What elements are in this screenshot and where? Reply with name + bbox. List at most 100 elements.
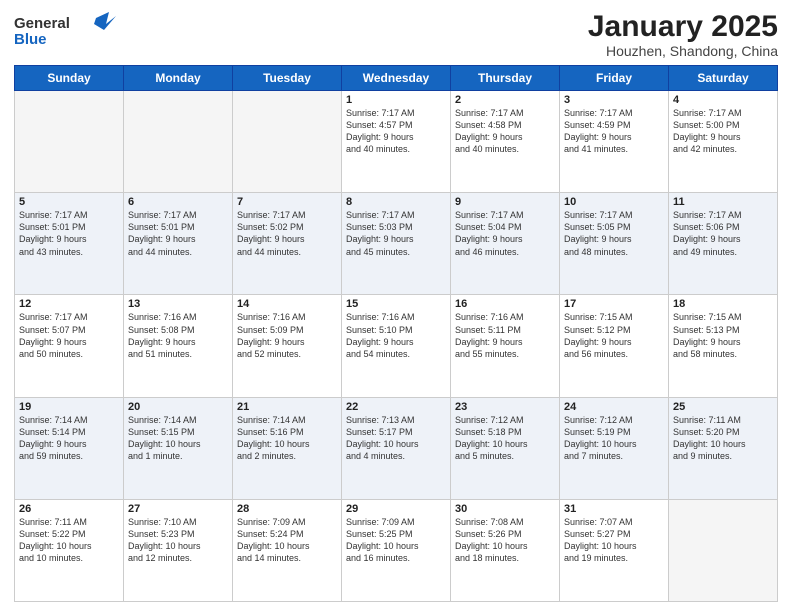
calendar-table: Sunday Monday Tuesday Wednesday Thursday…	[14, 65, 778, 602]
day-info: Sunrise: 7:17 AM Sunset: 5:03 PM Dayligh…	[346, 209, 446, 258]
day-info: Sunrise: 7:17 AM Sunset: 5:01 PM Dayligh…	[19, 209, 119, 258]
table-row: 29Sunrise: 7:09 AM Sunset: 5:25 PM Dayli…	[342, 499, 451, 601]
header: General Blue January 2025 Houzhen, Shand…	[14, 10, 778, 59]
logo-text: General Blue	[14, 10, 124, 52]
day-number: 1	[346, 94, 446, 106]
table-row: 16Sunrise: 7:16 AM Sunset: 5:11 PM Dayli…	[451, 295, 560, 397]
day-info: Sunrise: 7:17 AM Sunset: 4:58 PM Dayligh…	[455, 107, 555, 156]
title-block: January 2025 Houzhen, Shandong, China	[588, 10, 778, 59]
location: Houzhen, Shandong, China	[588, 43, 778, 59]
day-number: 8	[346, 196, 446, 208]
day-info: Sunrise: 7:17 AM Sunset: 5:02 PM Dayligh…	[237, 209, 337, 258]
day-number: 16	[455, 298, 555, 310]
day-info: Sunrise: 7:09 AM Sunset: 5:25 PM Dayligh…	[346, 516, 446, 565]
day-info: Sunrise: 7:07 AM Sunset: 5:27 PM Dayligh…	[564, 516, 664, 565]
day-info: Sunrise: 7:12 AM Sunset: 5:19 PM Dayligh…	[564, 414, 664, 463]
table-row: 2Sunrise: 7:17 AM Sunset: 4:58 PM Daylig…	[451, 91, 560, 193]
day-info: Sunrise: 7:17 AM Sunset: 4:57 PM Dayligh…	[346, 107, 446, 156]
day-info: Sunrise: 7:16 AM Sunset: 5:09 PM Dayligh…	[237, 311, 337, 360]
table-row	[233, 91, 342, 193]
day-info: Sunrise: 7:15 AM Sunset: 5:13 PM Dayligh…	[673, 311, 773, 360]
table-row: 26Sunrise: 7:11 AM Sunset: 5:22 PM Dayli…	[15, 499, 124, 601]
day-number: 17	[564, 298, 664, 310]
table-row: 8Sunrise: 7:17 AM Sunset: 5:03 PM Daylig…	[342, 193, 451, 295]
day-number: 21	[237, 401, 337, 413]
table-row	[15, 91, 124, 193]
day-info: Sunrise: 7:16 AM Sunset: 5:10 PM Dayligh…	[346, 311, 446, 360]
day-number: 26	[19, 503, 119, 515]
day-number: 19	[19, 401, 119, 413]
day-number: 24	[564, 401, 664, 413]
day-info: Sunrise: 7:17 AM Sunset: 5:01 PM Dayligh…	[128, 209, 228, 258]
day-number: 2	[455, 94, 555, 106]
calendar-week-row: 19Sunrise: 7:14 AM Sunset: 5:14 PM Dayli…	[15, 397, 778, 499]
calendar-page: General Blue January 2025 Houzhen, Shand…	[0, 0, 792, 612]
table-row: 28Sunrise: 7:09 AM Sunset: 5:24 PM Dayli…	[233, 499, 342, 601]
table-row: 25Sunrise: 7:11 AM Sunset: 5:20 PM Dayli…	[669, 397, 778, 499]
day-number: 18	[673, 298, 773, 310]
day-number: 31	[564, 503, 664, 515]
svg-text:General: General	[14, 15, 70, 32]
day-number: 12	[19, 298, 119, 310]
day-number: 10	[564, 196, 664, 208]
day-number: 3	[564, 94, 664, 106]
col-sunday: Sunday	[15, 66, 124, 91]
day-number: 25	[673, 401, 773, 413]
table-row: 12Sunrise: 7:17 AM Sunset: 5:07 PM Dayli…	[15, 295, 124, 397]
col-tuesday: Tuesday	[233, 66, 342, 91]
day-number: 23	[455, 401, 555, 413]
day-info: Sunrise: 7:17 AM Sunset: 4:59 PM Dayligh…	[564, 107, 664, 156]
table-row	[669, 499, 778, 601]
month-title: January 2025	[588, 10, 778, 43]
day-info: Sunrise: 7:10 AM Sunset: 5:23 PM Dayligh…	[128, 516, 228, 565]
table-row: 14Sunrise: 7:16 AM Sunset: 5:09 PM Dayli…	[233, 295, 342, 397]
day-number: 28	[237, 503, 337, 515]
day-number: 4	[673, 94, 773, 106]
svg-text:Blue: Blue	[14, 31, 47, 48]
table-row: 1Sunrise: 7:17 AM Sunset: 4:57 PM Daylig…	[342, 91, 451, 193]
table-row: 20Sunrise: 7:14 AM Sunset: 5:15 PM Dayli…	[124, 397, 233, 499]
day-info: Sunrise: 7:12 AM Sunset: 5:18 PM Dayligh…	[455, 414, 555, 463]
table-row: 7Sunrise: 7:17 AM Sunset: 5:02 PM Daylig…	[233, 193, 342, 295]
table-row: 5Sunrise: 7:17 AM Sunset: 5:01 PM Daylig…	[15, 193, 124, 295]
col-thursday: Thursday	[451, 66, 560, 91]
table-row: 4Sunrise: 7:17 AM Sunset: 5:00 PM Daylig…	[669, 91, 778, 193]
day-info: Sunrise: 7:13 AM Sunset: 5:17 PM Dayligh…	[346, 414, 446, 463]
day-info: Sunrise: 7:17 AM Sunset: 5:06 PM Dayligh…	[673, 209, 773, 258]
calendar-header-row: Sunday Monday Tuesday Wednesday Thursday…	[15, 66, 778, 91]
day-number: 30	[455, 503, 555, 515]
logo: General Blue	[14, 10, 124, 52]
table-row: 27Sunrise: 7:10 AM Sunset: 5:23 PM Dayli…	[124, 499, 233, 601]
day-info: Sunrise: 7:14 AM Sunset: 5:14 PM Dayligh…	[19, 414, 119, 463]
day-number: 27	[128, 503, 228, 515]
table-row: 15Sunrise: 7:16 AM Sunset: 5:10 PM Dayli…	[342, 295, 451, 397]
col-friday: Friday	[560, 66, 669, 91]
day-number: 7	[237, 196, 337, 208]
day-info: Sunrise: 7:09 AM Sunset: 5:24 PM Dayligh…	[237, 516, 337, 565]
day-info: Sunrise: 7:11 AM Sunset: 5:22 PM Dayligh…	[19, 516, 119, 565]
day-info: Sunrise: 7:14 AM Sunset: 5:15 PM Dayligh…	[128, 414, 228, 463]
day-number: 5	[19, 196, 119, 208]
calendar-week-row: 1Sunrise: 7:17 AM Sunset: 4:57 PM Daylig…	[15, 91, 778, 193]
table-row: 18Sunrise: 7:15 AM Sunset: 5:13 PM Dayli…	[669, 295, 778, 397]
table-row	[124, 91, 233, 193]
calendar-week-row: 26Sunrise: 7:11 AM Sunset: 5:22 PM Dayli…	[15, 499, 778, 601]
table-row: 21Sunrise: 7:14 AM Sunset: 5:16 PM Dayli…	[233, 397, 342, 499]
day-info: Sunrise: 7:17 AM Sunset: 5:00 PM Dayligh…	[673, 107, 773, 156]
day-number: 29	[346, 503, 446, 515]
col-wednesday: Wednesday	[342, 66, 451, 91]
day-number: 22	[346, 401, 446, 413]
day-info: Sunrise: 7:17 AM Sunset: 5:05 PM Dayligh…	[564, 209, 664, 258]
table-row: 31Sunrise: 7:07 AM Sunset: 5:27 PM Dayli…	[560, 499, 669, 601]
table-row: 30Sunrise: 7:08 AM Sunset: 5:26 PM Dayli…	[451, 499, 560, 601]
table-row: 22Sunrise: 7:13 AM Sunset: 5:17 PM Dayli…	[342, 397, 451, 499]
day-info: Sunrise: 7:17 AM Sunset: 5:07 PM Dayligh…	[19, 311, 119, 360]
day-number: 9	[455, 196, 555, 208]
day-number: 14	[237, 298, 337, 310]
day-number: 20	[128, 401, 228, 413]
day-number: 15	[346, 298, 446, 310]
day-info: Sunrise: 7:15 AM Sunset: 5:12 PM Dayligh…	[564, 311, 664, 360]
col-monday: Monday	[124, 66, 233, 91]
day-info: Sunrise: 7:16 AM Sunset: 5:11 PM Dayligh…	[455, 311, 555, 360]
table-row: 9Sunrise: 7:17 AM Sunset: 5:04 PM Daylig…	[451, 193, 560, 295]
